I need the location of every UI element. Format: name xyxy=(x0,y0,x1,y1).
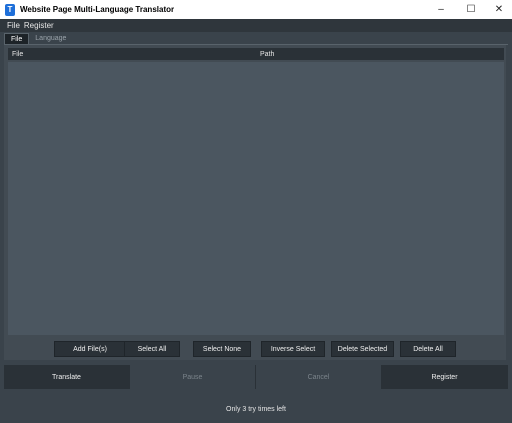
add-files-button[interactable]: Add File(s) xyxy=(54,341,126,357)
cancel-button[interactable]: Cancel xyxy=(256,365,381,389)
tab-language[interactable]: Language xyxy=(29,33,72,44)
window-title: Website Page Multi-Language Translator xyxy=(20,5,175,14)
register-button[interactable]: Register xyxy=(382,365,507,389)
maximize-icon[interactable]: ☐ xyxy=(456,0,486,19)
file-panel: File Path Add File(s) Select All Select … xyxy=(4,45,506,360)
app-logo-icon: T xyxy=(5,3,15,16)
file-button-row: Add File(s) Select All Select None Inver… xyxy=(8,341,504,357)
action-bar: Translate Pause Cancel Register xyxy=(4,365,508,389)
select-all-button[interactable]: Select All xyxy=(124,341,180,357)
translate-button[interactable]: Translate xyxy=(4,365,129,389)
column-header-path[interactable]: Path xyxy=(260,51,274,58)
delete-all-button[interactable]: Delete All xyxy=(400,341,456,357)
delete-selected-button[interactable]: Delete Selected xyxy=(331,341,394,357)
status-text: Only 3 try times left xyxy=(226,405,286,413)
minimize-icon[interactable]: – xyxy=(426,0,456,19)
title-bar: T Website Page Multi-Language Translator… xyxy=(0,0,512,19)
tab-bar: File Language xyxy=(4,33,508,45)
select-none-button[interactable]: Select None xyxy=(193,341,251,357)
tab-file[interactable]: File xyxy=(4,33,30,44)
close-icon[interactable]: ✕ xyxy=(484,0,512,19)
menu-register[interactable]: Register xyxy=(24,21,54,30)
column-header-file[interactable]: File xyxy=(12,51,23,58)
file-list[interactable] xyxy=(8,62,504,335)
pause-button[interactable]: Pause xyxy=(130,365,255,389)
menu-file[interactable]: File xyxy=(7,21,20,30)
menu-bar: File Register xyxy=(0,19,512,32)
inverse-select-button[interactable]: Inverse Select xyxy=(261,341,325,357)
table-header: File Path xyxy=(8,48,504,60)
